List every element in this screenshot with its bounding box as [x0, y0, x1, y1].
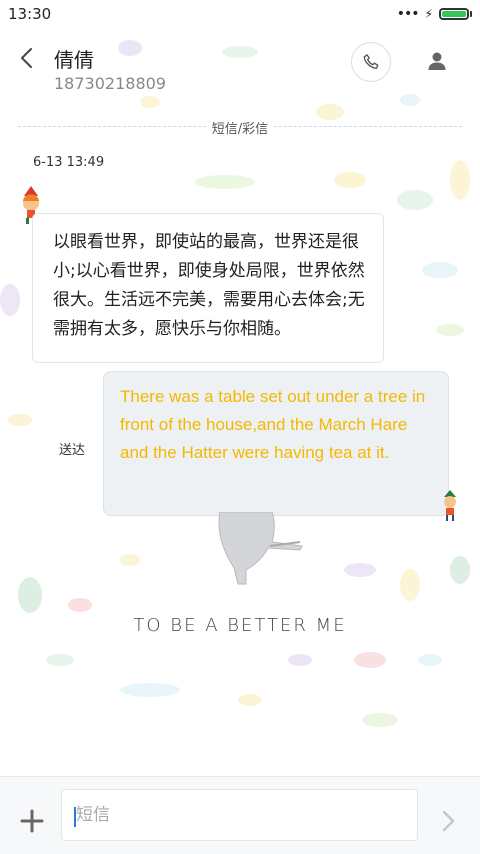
contact-name: 倩倩 — [54, 48, 94, 72]
phone-icon — [363, 54, 379, 69]
channel-label: 短信/彩信 — [0, 118, 480, 137]
wallpaper-tagline: TO BE A BETTER ME — [133, 615, 347, 636]
my-avatar — [444, 490, 456, 521]
contact-number: 18730218809 — [54, 74, 166, 93]
channel-label-text: 短信/彩信 — [205, 122, 275, 137]
conversation-header: 倩倩 18730218809 — [0, 28, 480, 108]
status-bar: 13:30 ••• ⚡ — [0, 0, 480, 28]
delivery-status: 送达 — [59, 443, 86, 458]
message-timestamp: 6-13 13:49 — [33, 155, 105, 170]
outgoing-message-bubble[interactable]: There was a table set out under a tree i… — [103, 371, 449, 516]
person-icon — [428, 52, 446, 70]
add-attachment-icon[interactable] — [20, 809, 44, 833]
cat-illustration — [218, 512, 303, 585]
incoming-message-bubble[interactable]: 以眼看世界，即使站的最高，世界还是很小;以心看世界，即使身处局限，世界依然很大。… — [32, 213, 384, 363]
status-icons: ••• ⚡ — [397, 6, 472, 22]
composer-bar — [0, 776, 480, 854]
send-arrow-icon[interactable] — [438, 809, 460, 833]
charging-icon: ⚡ — [424, 7, 433, 21]
battery-icon — [439, 8, 469, 20]
back-arrow-icon[interactable] — [16, 46, 40, 70]
text-cursor — [74, 807, 76, 827]
contact-details-button[interactable] — [422, 46, 452, 76]
message-input[interactable] — [61, 789, 418, 841]
battery-fill — [442, 11, 466, 17]
more-dots-icon: ••• — [396, 6, 420, 22]
battery-tip — [470, 11, 472, 17]
call-button[interactable] — [351, 42, 391, 82]
status-time: 13:30 — [8, 5, 52, 23]
